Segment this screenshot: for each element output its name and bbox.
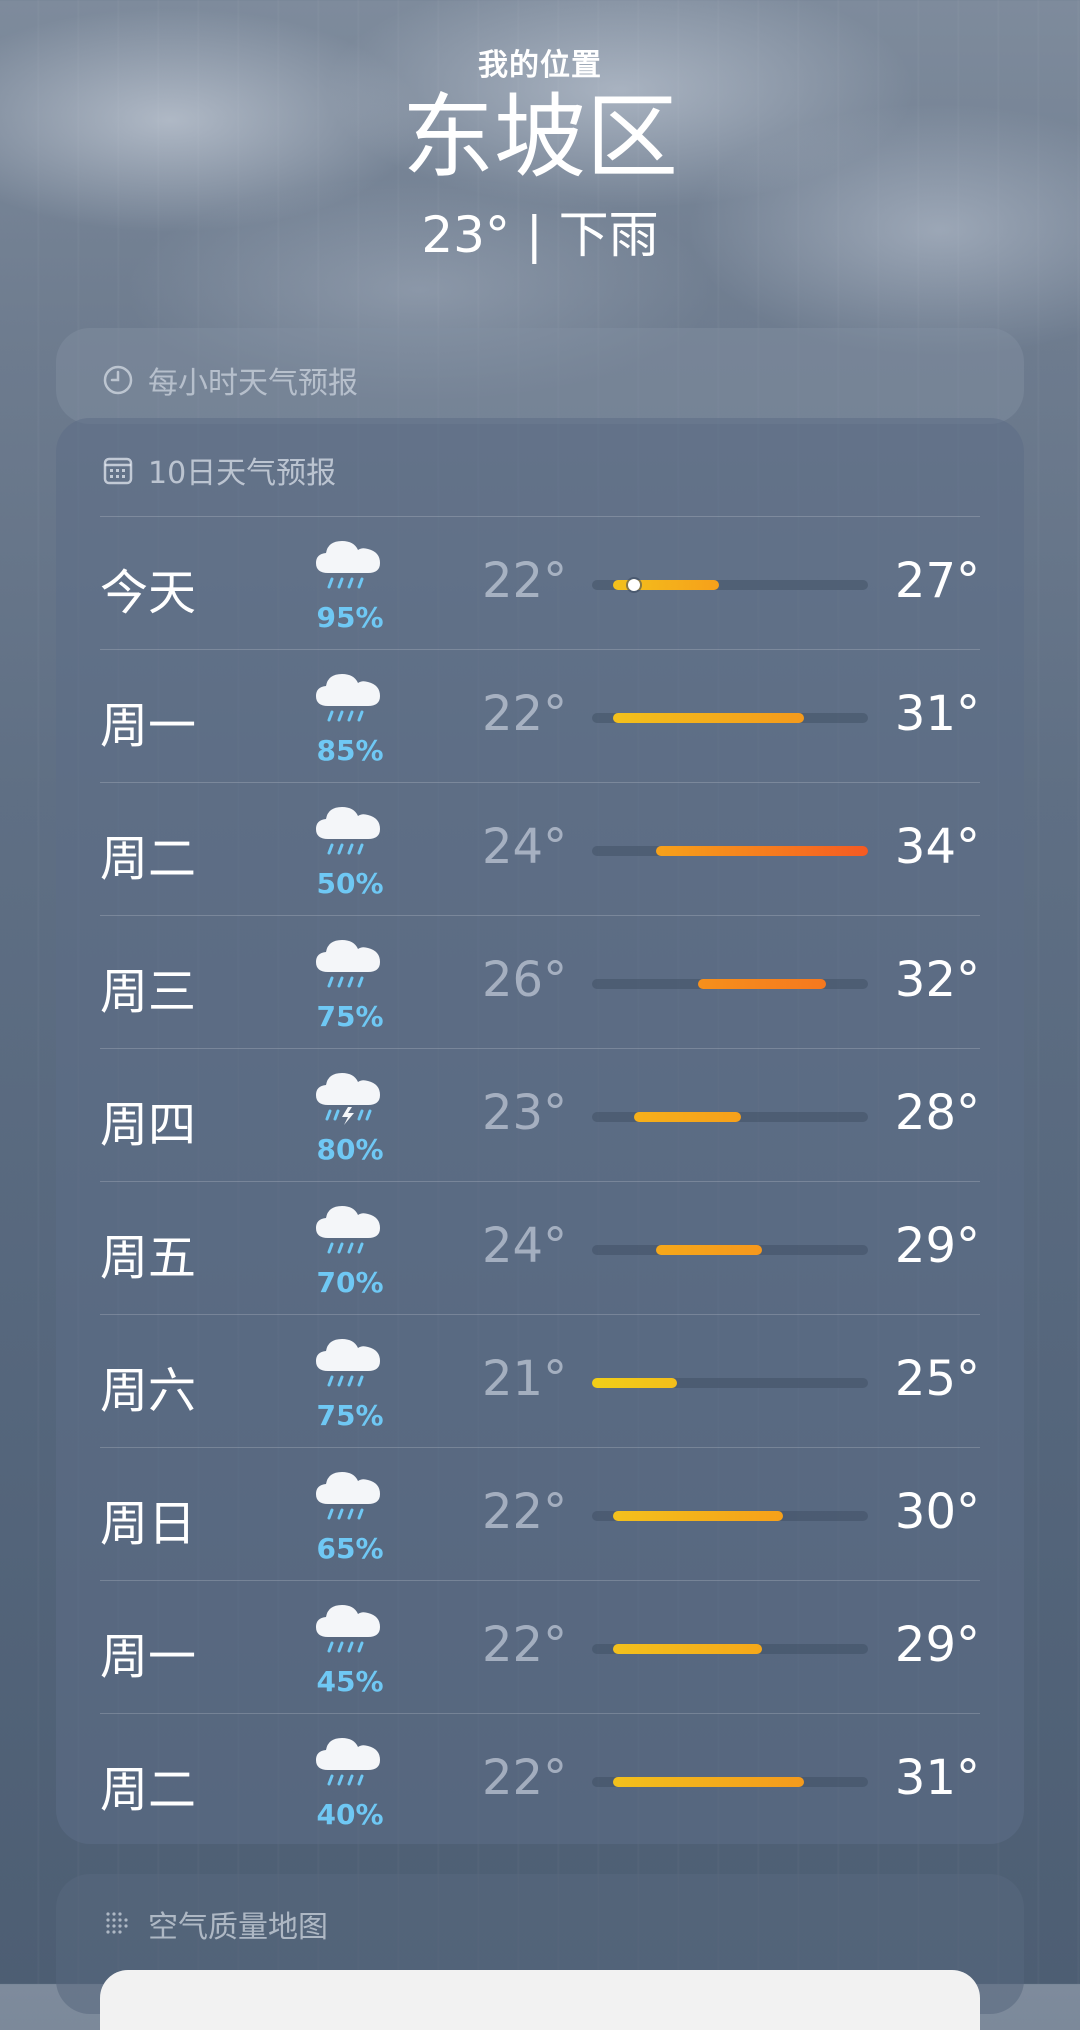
forecast-row[interactable]: 周五 70% 24° 29° <box>100 1181 980 1314</box>
precip-chance: 75% <box>316 1399 384 1432</box>
high-temp: 30° <box>894 1484 980 1540</box>
temp-range-bar <box>592 1378 868 1388</box>
high-temp: 31° <box>894 1750 980 1806</box>
rain-cloud-icon <box>316 1738 380 1786</box>
temp-range-bar <box>592 1112 868 1122</box>
city-name: 东坡区 <box>401 84 678 191</box>
temp-range-fill <box>613 713 805 723</box>
temp-range-bar <box>592 1511 868 1521</box>
forecast-row[interactable]: 周二 50% 24° 34° <box>100 782 980 915</box>
precip-chance: 50% <box>316 867 384 900</box>
air-quality-map-card[interactable]: 空气质量地图 <box>56 1874 1024 2030</box>
precip-chance: 80% <box>316 1133 384 1166</box>
precip-chance: 85% <box>316 734 384 767</box>
temp-range-fill <box>655 1245 762 1255</box>
temp-range-fill <box>592 1378 677 1388</box>
high-temp: 29° <box>894 1218 980 1274</box>
temp-range-bar <box>592 846 868 856</box>
temp-range-fill <box>613 1511 784 1521</box>
rain-cloud-icon <box>316 1605 380 1653</box>
temp-range-bar <box>592 1644 868 1654</box>
hourly-forecast-title: 每小时天气预报 <box>148 366 358 401</box>
high-temp: 27° <box>894 553 980 609</box>
precip-chance: 75% <box>316 1000 384 1033</box>
hourly-forecast-card[interactable]: 每小时天气预报 <box>56 328 1024 424</box>
forecast-row[interactable]: 周四 80% 23° 28° <box>100 1048 980 1181</box>
high-temp: 31° <box>894 686 980 742</box>
air-quality-title: 空气质量地图 <box>148 1910 328 1945</box>
day-label: 周一 <box>100 698 197 754</box>
rain-cloud-icon <box>316 1472 380 1520</box>
temp-range-bar <box>592 713 868 723</box>
low-temp: 22° <box>482 1750 568 1806</box>
rain-cloud-icon <box>316 940 380 988</box>
temp-range-fill <box>613 1777 805 1787</box>
forecast-row[interactable]: 周三 75% 26° 32° <box>100 915 980 1048</box>
day-label: 周五 <box>100 1230 197 1286</box>
temp-range-fill <box>634 1112 741 1122</box>
temp-range-bar <box>592 1245 868 1255</box>
precip-chance: 70% <box>316 1266 384 1299</box>
day-label: 周六 <box>100 1363 197 1419</box>
forecast-row[interactable]: 周二 40% 22° 31° <box>100 1713 980 1846</box>
day-label: 周一 <box>100 1629 197 1685</box>
low-temp: 24° <box>482 819 568 875</box>
day-label: 周二 <box>100 831 197 887</box>
temp-range-fill <box>655 846 868 856</box>
low-temp: 22° <box>482 1617 568 1673</box>
temp-range-bar <box>592 979 868 989</box>
clock-icon <box>103 365 133 395</box>
day-label: 周四 <box>100 1097 197 1153</box>
temp-range-fill <box>613 1644 762 1654</box>
day-label: 今天 <box>100 565 197 621</box>
air-quality-map[interactable] <box>100 1970 980 2030</box>
low-temp: 23° <box>482 1085 568 1141</box>
day-label: 周日 <box>100 1496 197 1552</box>
ten-day-forecast-card[interactable]: 10日天气预报 今天 95% 22° 27° 周一 85% 22° 31° 周二 50% 24° 34… <box>56 418 1024 1844</box>
forecast-row[interactable]: 周日 65% 22° 30° <box>100 1447 980 1580</box>
thunder-rain-icon <box>316 1073 380 1125</box>
precip-chance: 95% <box>316 601 384 634</box>
rain-cloud-icon <box>316 541 380 589</box>
low-temp: 22° <box>482 686 568 742</box>
hourly-forecast-header: 每小时天气预报 <box>102 358 358 402</box>
low-temp: 21° <box>482 1351 568 1407</box>
forecast-row[interactable]: 今天 95% 22° 27° <box>100 516 980 649</box>
current-conditions: 23° | 下雨 <box>421 205 659 264</box>
low-temp: 26° <box>482 952 568 1008</box>
rain-cloud-icon <box>316 1206 380 1254</box>
temp-range-bar <box>592 1777 868 1787</box>
precip-chance: 45% <box>316 1665 384 1698</box>
low-temp: 22° <box>482 1484 568 1540</box>
high-temp: 34° <box>894 819 980 875</box>
high-temp: 29° <box>894 1617 980 1673</box>
precip-chance: 65% <box>316 1532 384 1565</box>
ten-day-forecast-title: 10日天气预报 <box>148 456 337 491</box>
high-temp: 32° <box>894 952 980 1008</box>
ten-day-forecast-header: 10日天气预报 <box>102 448 336 492</box>
rain-cloud-icon <box>316 674 380 722</box>
location-label: 我的位置 <box>478 48 602 83</box>
forecast-row[interactable]: 周六 75% 21° 25° <box>100 1314 980 1447</box>
temp-range-fill <box>698 979 826 989</box>
low-temp: 24° <box>482 1218 568 1274</box>
high-temp: 28° <box>894 1085 980 1141</box>
location-header: 我的位置 东坡区 23° | 下雨 <box>0 40 1080 267</box>
temp-range-bar <box>592 579 868 591</box>
dots-grid-icon <box>106 1912 128 1934</box>
calendar-icon <box>103 457 133 485</box>
rain-cloud-icon <box>316 807 380 855</box>
precip-chance: 40% <box>316 1798 384 1831</box>
forecast-row[interactable]: 周一 85% 22° 31° <box>100 649 980 782</box>
rain-cloud-icon <box>316 1339 380 1387</box>
high-temp: 25° <box>894 1351 980 1407</box>
low-temp: 22° <box>482 553 568 609</box>
day-label: 周三 <box>100 964 197 1020</box>
day-label: 周二 <box>100 1762 197 1818</box>
air-quality-header: 空气质量地图 <box>102 1902 328 1946</box>
forecast-row[interactable]: 周一 45% 22° 29° <box>100 1580 980 1713</box>
forecast-rows: 今天 95% 22° 27° 周一 85% 22° 31° 周二 50% 24° 34° 周三 75% 26… <box>100 516 980 1846</box>
